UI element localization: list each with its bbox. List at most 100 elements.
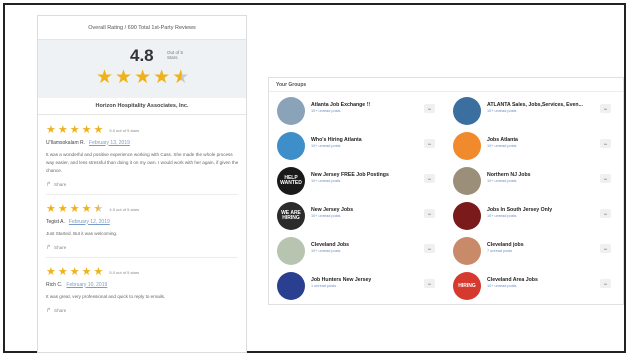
group-item[interactable]: Jobs Atlanta 10+ unread posts ••• xyxy=(447,132,617,162)
review-item: ★ ★ ★ ★ ★ 4.5 out of 5 stars Tegist A. February… xyxy=(38,195,246,258)
group-thumbnail[interactable] xyxy=(453,237,481,265)
share-icon: ↱ xyxy=(46,245,52,251)
more-options-icon[interactable]: ••• xyxy=(424,104,435,113)
group-unread-count: 10+ unread posts xyxy=(311,144,341,148)
group-unread-count: 1 unread posts xyxy=(311,284,337,288)
review-date-link[interactable]: February 13, 2019 xyxy=(89,140,130,146)
review-item: ★ ★ ★ ★ ★ 5.0 out of 5 stars Rich C. February 1… xyxy=(38,258,246,314)
group-name-link[interactable]: Job Hunters New Jersey xyxy=(311,277,371,283)
group-unread-count: 10+ unread posts xyxy=(487,179,517,183)
group-item[interactable]: Cleveland Jobs 10+ unread posts ••• xyxy=(271,237,441,267)
group-name-link[interactable]: Atlanta Job Exchange !! xyxy=(311,102,370,108)
group-name-link[interactable]: Cleveland Area Jobs xyxy=(487,277,538,283)
group-name-link[interactable]: New Jersey Jobs xyxy=(311,207,353,213)
star-icon: ★ xyxy=(81,123,92,136)
more-options-icon[interactable]: ••• xyxy=(600,279,611,288)
group-name-link[interactable]: Who's Hiring Atlanta xyxy=(311,137,362,143)
overall-rating-box: 4.8 Out of 5 Stars ★ ★ ★ ★ ★ xyxy=(38,40,246,98)
review-meta: U'Ilamsokalam R. February 13, 2019 xyxy=(46,138,238,147)
group-item[interactable]: Northern NJ Jobs 10+ unread posts ••• xyxy=(447,167,617,197)
share-icon: ↱ xyxy=(46,308,52,314)
more-options-icon[interactable]: ••• xyxy=(600,139,611,148)
group-item[interactable]: WE ARE HIRING New Jersey Jobs 10+ unread p… xyxy=(271,202,441,232)
star-icon: ★ xyxy=(46,265,56,278)
group-thumbnail[interactable]: HELP WANTED xyxy=(277,167,305,195)
group-thumbnail[interactable]: WE ARE HIRING xyxy=(277,202,305,230)
group-thumbnail[interactable] xyxy=(453,202,481,230)
review-author: Tegist A. xyxy=(46,218,65,225)
more-options-icon[interactable]: ••• xyxy=(424,244,435,253)
review-author: Rich C. xyxy=(46,281,63,288)
reviews-header: Overall Rating / 690 Total 1st-Party Rev… xyxy=(38,16,246,40)
group-name-link[interactable]: Cleveland jobs xyxy=(487,242,524,248)
group-unread-count: 10+ unread posts xyxy=(487,109,517,113)
review-meta: Rich C. February 10, 2019 xyxy=(46,280,238,289)
group-item[interactable]: Cleveland jobs 7 unread posts ••• xyxy=(447,237,617,267)
more-options-icon[interactable]: ••• xyxy=(424,139,435,148)
star-icon: ★ xyxy=(93,123,104,136)
group-name-link[interactable]: Jobs Atlanta xyxy=(487,137,518,143)
group-thumbnail[interactable] xyxy=(453,167,481,195)
review-score: 5.0 out of 5 stars xyxy=(109,269,140,275)
share-label: Share xyxy=(54,308,67,313)
review-author: U'Ilamsokalam R. xyxy=(46,139,86,146)
review-text: It was a wonderful and positive experien… xyxy=(46,152,239,173)
group-name-link[interactable]: Jobs In South Jersey Only xyxy=(487,207,552,213)
more-options-icon[interactable]: ••• xyxy=(600,104,611,113)
star-icon: ★ xyxy=(134,67,152,88)
star-icon: ★ xyxy=(69,123,80,136)
review-stars: ★ ★ ★ ★ ★ 5.0 out of 5 stars xyxy=(46,264,238,280)
group-item[interactable]: HIRING Cleveland Area Jobs 10+ unread post… xyxy=(447,272,617,302)
review-item: ★ ★ ★ ★ ★ 5.0 out of 5 stars U'Ilamsokalam R. F… xyxy=(38,115,246,195)
group-name-link[interactable]: Northern NJ Jobs xyxy=(487,172,531,178)
group-thumbnail[interactable] xyxy=(277,97,305,125)
more-options-icon[interactable]: ••• xyxy=(600,174,611,183)
group-unread-count: 10+ unread posts xyxy=(487,144,517,148)
group-name-link[interactable]: Cleveland Jobs xyxy=(311,242,349,248)
group-item[interactable]: Job Hunters New Jersey 1 unread posts ••• xyxy=(271,272,441,302)
star-icon: ★ xyxy=(96,67,114,88)
group-item[interactable]: Jobs In South Jersey Only 10+ unread post… xyxy=(447,202,617,232)
group-unread-count: 10+ unread posts xyxy=(487,214,517,218)
review-score: 4.5 out of 5 stars xyxy=(109,206,140,212)
more-options-icon[interactable]: ••• xyxy=(600,244,611,253)
more-options-icon[interactable]: ••• xyxy=(424,279,435,288)
group-item[interactable]: Atlanta Job Exchange !! 10+ unread posts •… xyxy=(271,97,441,127)
group-unread-count: 10+ unread posts xyxy=(311,179,341,183)
star-icon: ★ xyxy=(69,265,80,278)
more-options-icon[interactable]: ••• xyxy=(600,209,611,218)
share-button[interactable]: ↱ Share xyxy=(46,307,238,314)
group-thumbnail[interactable] xyxy=(277,132,305,160)
more-options-icon[interactable]: ••• xyxy=(424,209,435,218)
group-item[interactable]: Who's Hiring Atlanta 10+ unread posts ••• xyxy=(271,132,441,162)
group-unread-count: 7 unread posts xyxy=(487,249,513,253)
group-item[interactable]: HELP WANTED New Jersey FREE Job Postings 1… xyxy=(271,167,441,197)
star-icon: ★ xyxy=(46,202,56,215)
group-thumbnail[interactable]: HIRING xyxy=(453,272,481,300)
group-thumbnail[interactable] xyxy=(453,97,481,125)
rating-out-of: Out of 5 Stars xyxy=(167,50,184,60)
star-icon: ★ xyxy=(57,202,68,215)
group-item[interactable]: ATLANTA Sales, Jobs,Services, Even... 10+… xyxy=(447,97,617,127)
group-name-link[interactable]: ATLANTA Sales, Jobs,Services, Even... xyxy=(487,102,583,108)
share-button[interactable]: ↱ Share xyxy=(46,181,238,188)
review-meta: Tegist A. February 12, 2019 xyxy=(46,217,238,226)
group-name-link[interactable]: New Jersey FREE Job Postings xyxy=(311,172,389,178)
star-icon: ★ xyxy=(93,265,104,278)
review-date-link[interactable]: February 12, 2019 xyxy=(69,219,110,225)
star-icon: ★ xyxy=(46,123,56,136)
share-button[interactable]: ↱ Share xyxy=(46,244,238,251)
review-score: 5.0 out of 5 stars xyxy=(109,127,140,133)
reviews-panel: Overall Rating / 690 Total 1st-Party Rev… xyxy=(37,15,247,353)
share-icon: ↱ xyxy=(46,182,52,188)
share-label: Share xyxy=(54,182,67,187)
group-thumbnail[interactable] xyxy=(277,272,305,300)
group-thumbnail[interactable] xyxy=(453,132,481,160)
half-star-icon: ★ xyxy=(172,67,190,88)
star-icon: ★ xyxy=(81,202,92,215)
group-thumbnail[interactable] xyxy=(277,237,305,265)
review-date-link[interactable]: February 10, 2019 xyxy=(66,282,107,288)
more-options-icon[interactable]: ••• xyxy=(424,174,435,183)
screenshot-frame: Overall Rating / 690 Total 1st-Party Rev… xyxy=(3,3,626,353)
group-unread-count: 10+ unread posts xyxy=(311,109,341,113)
